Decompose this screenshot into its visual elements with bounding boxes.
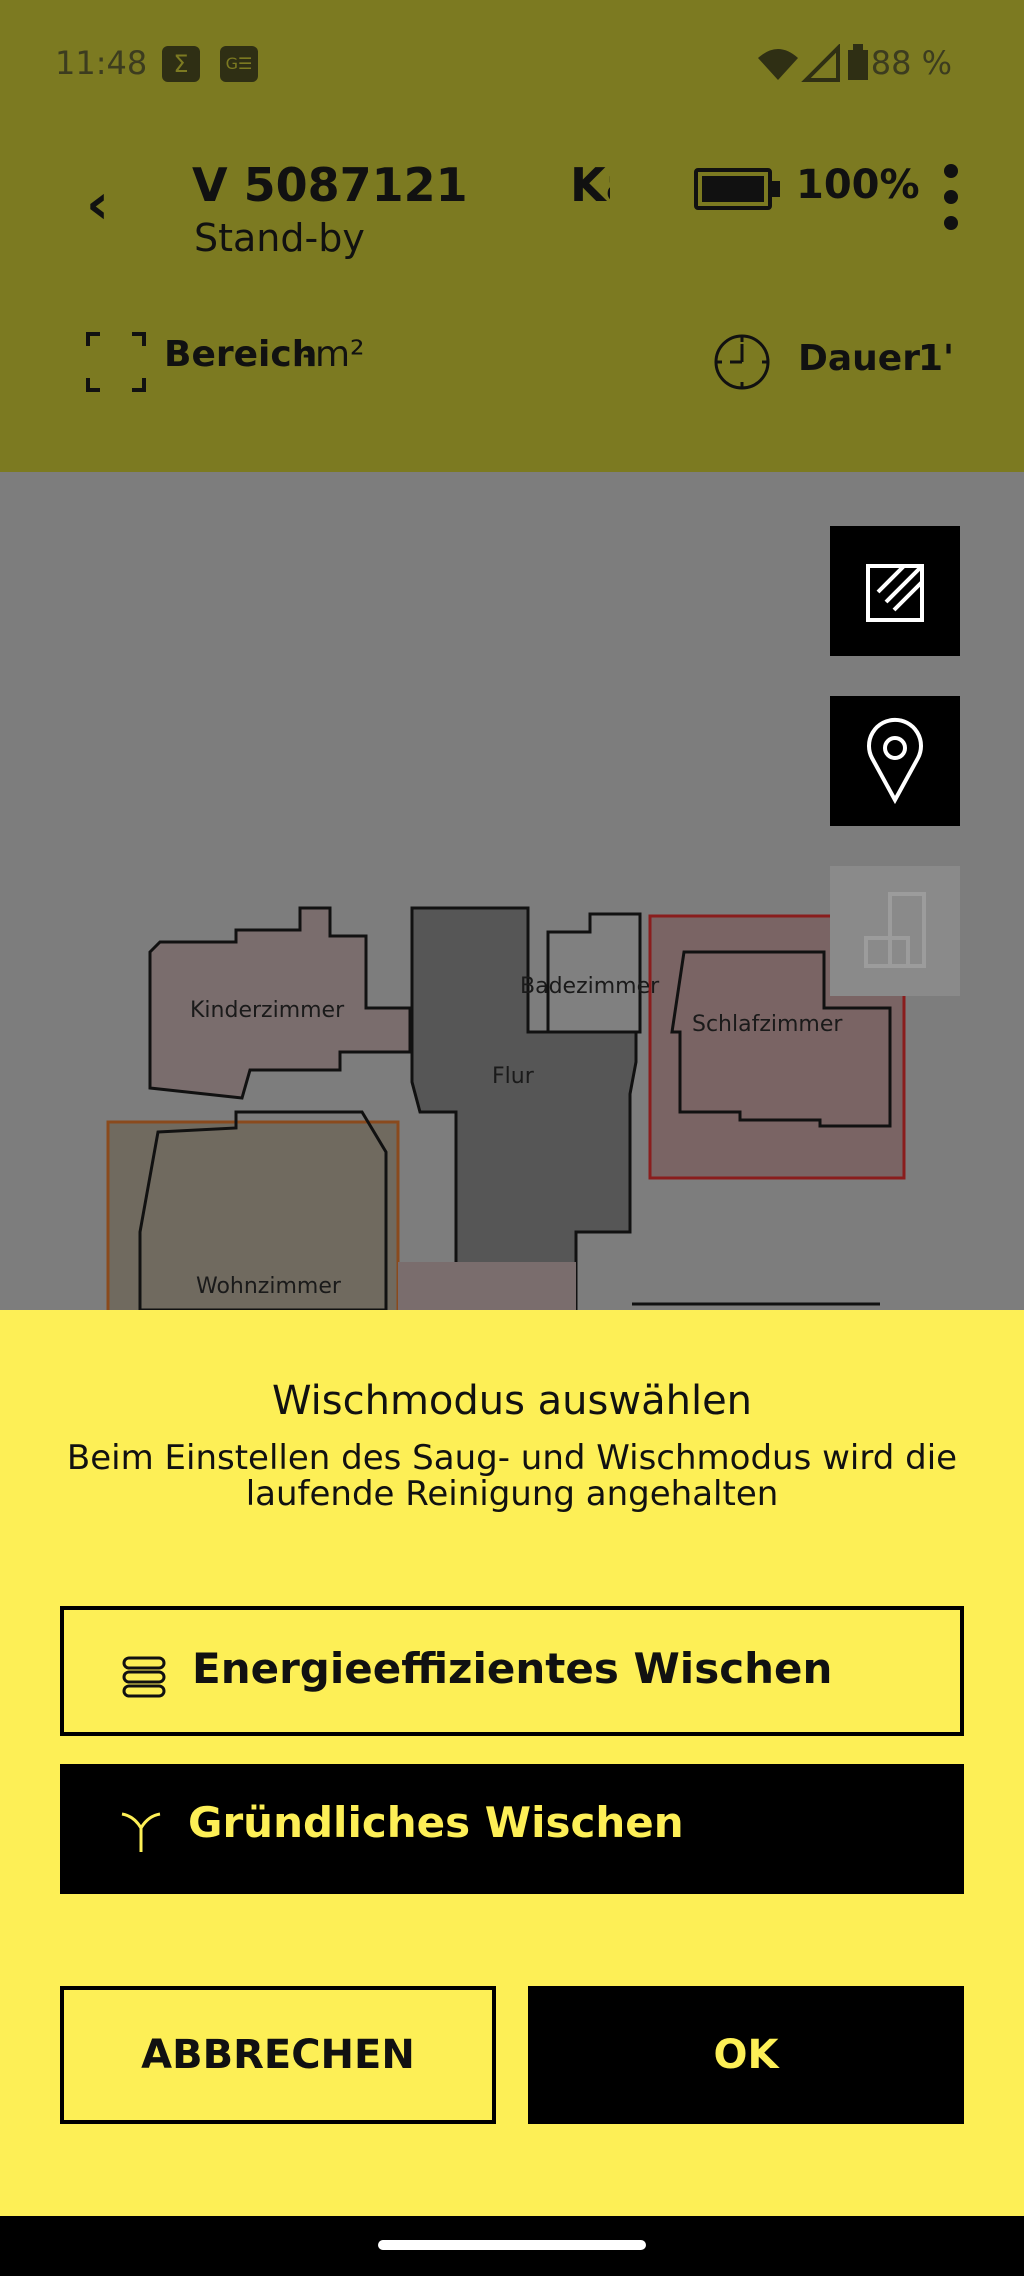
dock-button[interactable] — [830, 866, 960, 996]
sprout-icon — [121, 1812, 161, 1852]
floor-map[interactable]: Kinderzimmer Badezimmer Schlafzimmer Flu… — [0, 472, 1024, 1310]
room-label-wohnzimmer[interactable]: Wohnzimmer — [196, 1274, 341, 1299]
area-frame-icon — [86, 332, 146, 392]
home-handle[interactable] — [378, 2240, 646, 2250]
sigma-app-icon: Σ — [162, 46, 200, 82]
duration-label: Dauer — [798, 338, 920, 379]
option-energy-efficient[interactable]: Energieeffizientes Wischen — [60, 1606, 964, 1736]
clipped-header-text: Ka — [570, 158, 610, 212]
option-label: Energieeffizientes Wischen — [192, 1644, 833, 1693]
duration-value: 1' — [918, 338, 955, 379]
battery-icon — [694, 168, 780, 210]
ge-app-icon: G☰ — [220, 46, 258, 82]
device-status: Stand-by — [194, 216, 365, 260]
status-battery-percent: 88 % — [870, 44, 952, 82]
battery-status-icon — [848, 44, 868, 80]
edit-map-button[interactable] — [830, 526, 960, 656]
status-time: 11:48 — [55, 44, 148, 82]
ok-button[interactable]: OK — [528, 1986, 964, 2124]
dock-icon — [864, 892, 926, 968]
status-bar: 11:48 Σ G☰ 88 % — [0, 0, 1024, 120]
location-pin-icon — [867, 717, 923, 805]
map-edit-icon — [866, 564, 924, 622]
option-label: Gründliches Wischen — [188, 1798, 684, 1847]
area-value: -m² — [302, 334, 365, 375]
cancel-button[interactable]: ABBRECHEN — [60, 1986, 496, 2124]
back-icon[interactable]: ‹ — [86, 172, 109, 237]
device-name: V 5087121 — [192, 158, 468, 212]
robot-header: ‹ V 5087121 Stand-by Ka 100% Bereich -m²… — [0, 120, 1024, 472]
location-button[interactable] — [830, 696, 960, 826]
room-badezimmer-shape — [546, 912, 642, 1034]
mop-mode-sheet: Wischmodus auswählen Beim Einstellen des… — [0, 1310, 1024, 2216]
room-label-schlafzimmer[interactable]: Schlafzimmer — [692, 1012, 842, 1037]
navigation-bar — [0, 2216, 1024, 2276]
clock-icon — [714, 334, 770, 390]
room-label-kinderzimmer[interactable]: Kinderzimmer — [190, 998, 344, 1023]
layers-icon — [122, 1656, 166, 1698]
sheet-subtitle: Beim Einstellen des Saug- und Wischmodus… — [66, 1438, 958, 1514]
room-label-flur[interactable]: Flur — [492, 1064, 534, 1089]
option-thorough[interactable]: Gründliches Wischen — [60, 1764, 964, 1894]
robot-battery-level: 100% — [796, 162, 920, 208]
room-label-badezimmer[interactable]: Badezimmer — [520, 974, 659, 999]
more-menu-icon[interactable] — [944, 164, 962, 242]
wifi-signal-icon — [758, 44, 840, 82]
sheet-title: Wischmodus auswählen — [271, 1378, 753, 1424]
area-label: Bereich — [164, 334, 318, 375]
